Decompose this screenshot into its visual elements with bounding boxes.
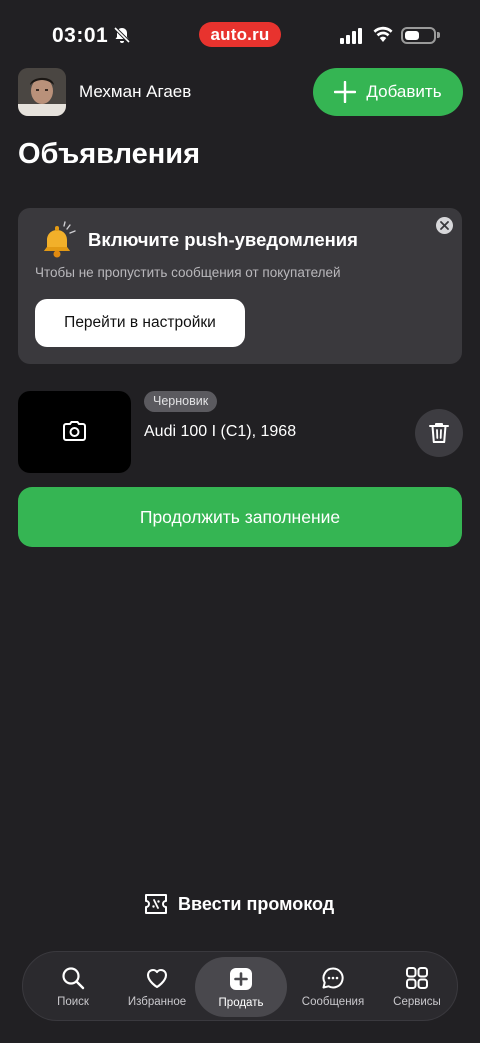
promo-code-link[interactable]: Ввести промокод [144,891,334,917]
nav-label-search: Поиск [57,996,89,1008]
avatar[interactable] [18,68,66,116]
nav-label-sell: Продать [218,997,264,1009]
push-notification-card: Включите push-уведомления Чтобы не пропу… [18,208,462,364]
camera-icon [63,421,86,441]
search-icon [62,967,85,990]
nav-label-favorites: Избранное [127,996,187,1008]
push-card-subtitle: Чтобы не пропустить сообщения от покупат… [35,265,341,280]
nav-item-services[interactable]: Сервисы [379,952,455,1022]
status-time: 03:01 [52,24,109,47]
plus-icon [334,81,357,103]
ticket-icon [145,894,167,914]
grid-icon [406,967,428,989]
close-icon[interactable] [436,217,453,234]
delete-listing-button[interactable] [415,409,463,457]
chat-icon [322,967,344,989]
plus-square-icon [230,968,252,990]
trash-icon [429,423,449,443]
listing-photo-placeholder[interactable] [18,391,131,473]
status-bar: 03:01 auto.ru [0,0,480,64]
battery-icon [401,27,436,44]
continue-filling-button[interactable]: Продолжить заполнение [18,487,462,547]
user-name[interactable]: Мехман Агаев [79,82,191,102]
page-title: Объявления [18,138,201,170]
nav-item-search[interactable]: Поиск [27,952,119,1022]
heart-icon [146,969,168,989]
promo-code-label: Ввести промокод [178,893,335,914]
bell-off-icon [113,26,131,44]
bell-icon [44,221,76,258]
add-listing-button[interactable]: Добавить [313,68,463,116]
battery-tip [437,32,440,38]
nav-item-sell[interactable]: Продать [195,957,287,1017]
bottom-navigation: Поиск Избранное Продать Сообщения Сервис… [22,951,458,1021]
listing-title[interactable]: Audi 100 I (C1), 1968 [144,423,296,441]
nav-label-services: Сервисы [393,996,441,1008]
add-button-label: Добавить [366,82,442,101]
wifi-icon [373,26,393,42]
nav-label-messages: Сообщения [301,996,365,1008]
status-badge: Черновик [144,391,218,412]
open-settings-button[interactable]: Перейти в настройки [35,299,245,347]
nav-item-favorites[interactable]: Избранное [119,952,195,1022]
push-card-title: Включите push-уведомления [88,229,358,250]
brand-logo: auto.ru [199,22,281,47]
nav-item-messages[interactable]: Сообщения [287,952,379,1022]
cellular-signal-icon [340,28,362,44]
